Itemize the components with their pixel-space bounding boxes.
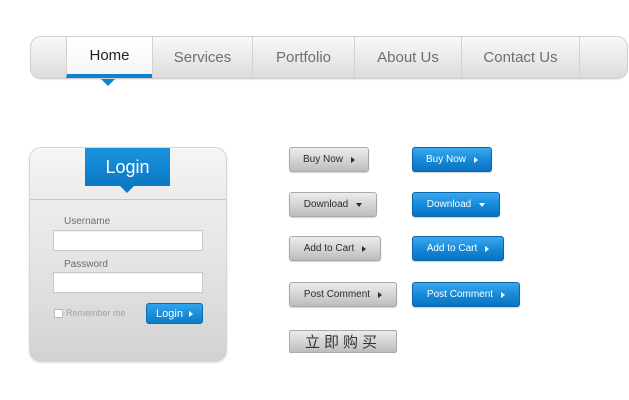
- nav-item-about-us[interactable]: About Us: [354, 37, 461, 78]
- add-to-cart-label: Add to Cart: [426, 243, 478, 254]
- nav-item-contact-us[interactable]: Contact Us: [461, 37, 580, 78]
- post-comment-label: Post Comment: [426, 289, 494, 300]
- arrow-right-icon: [351, 156, 355, 163]
- main-navigation-bar: Home Services Portfolio About Us Contact…: [30, 36, 628, 79]
- post-comment-button-blue[interactable]: Post Comment: [412, 282, 520, 307]
- buy-now-label: Buy Now: [302, 154, 343, 165]
- post-comment-label: Post Comment: [303, 289, 371, 300]
- password-label: Password: [64, 259, 108, 270]
- nav-item-services[interactable]: Services: [152, 37, 252, 78]
- username-label: Username: [64, 216, 111, 227]
- arrow-right-icon: [474, 156, 478, 163]
- add-to-cart-button-gray[interactable]: Add to Cart: [289, 236, 381, 261]
- remember-me-option[interactable]: Remember me: [54, 308, 126, 318]
- add-to-cart-label: Add to Cart: [303, 243, 355, 254]
- download-label: Download: [426, 199, 472, 210]
- login-submit-button[interactable]: Login: [146, 303, 203, 324]
- download-label: Download: [303, 199, 349, 210]
- buy-now-button-chinese[interactable]: 立即购买: [289, 330, 397, 353]
- post-comment-button-gray[interactable]: Post Comment: [289, 282, 397, 307]
- login-title-pointer-icon: [120, 186, 134, 193]
- dropdown-arrow-icon: [479, 202, 486, 207]
- download-button-gray[interactable]: Download: [289, 192, 377, 217]
- arrow-right-icon: [188, 310, 193, 317]
- dropdown-arrow-icon: [356, 202, 363, 207]
- download-button-blue[interactable]: Download: [412, 192, 500, 217]
- arrow-right-icon: [362, 245, 367, 252]
- password-input[interactable]: [53, 272, 203, 293]
- buy-now-label: Buy Now: [425, 154, 466, 165]
- arrow-right-icon: [485, 245, 490, 252]
- nav-item-portfolio[interactable]: Portfolio: [252, 37, 354, 78]
- add-to-cart-button-blue[interactable]: Add to Cart: [412, 236, 504, 261]
- buy-now-button-gray[interactable]: Buy Now: [289, 147, 369, 172]
- login-submit-label: Login: [156, 307, 183, 320]
- arrow-right-icon: [501, 291, 506, 298]
- active-nav-pointer-icon: [101, 79, 115, 86]
- login-title: Login: [85, 148, 170, 186]
- remember-me-label: Remember me: [66, 308, 126, 318]
- nav-item-home[interactable]: Home: [66, 37, 152, 78]
- buy-now-button-blue[interactable]: Buy Now: [412, 147, 492, 172]
- remember-me-checkbox[interactable]: [54, 308, 63, 318]
- username-input[interactable]: [53, 230, 203, 251]
- arrow-right-icon: [378, 291, 383, 298]
